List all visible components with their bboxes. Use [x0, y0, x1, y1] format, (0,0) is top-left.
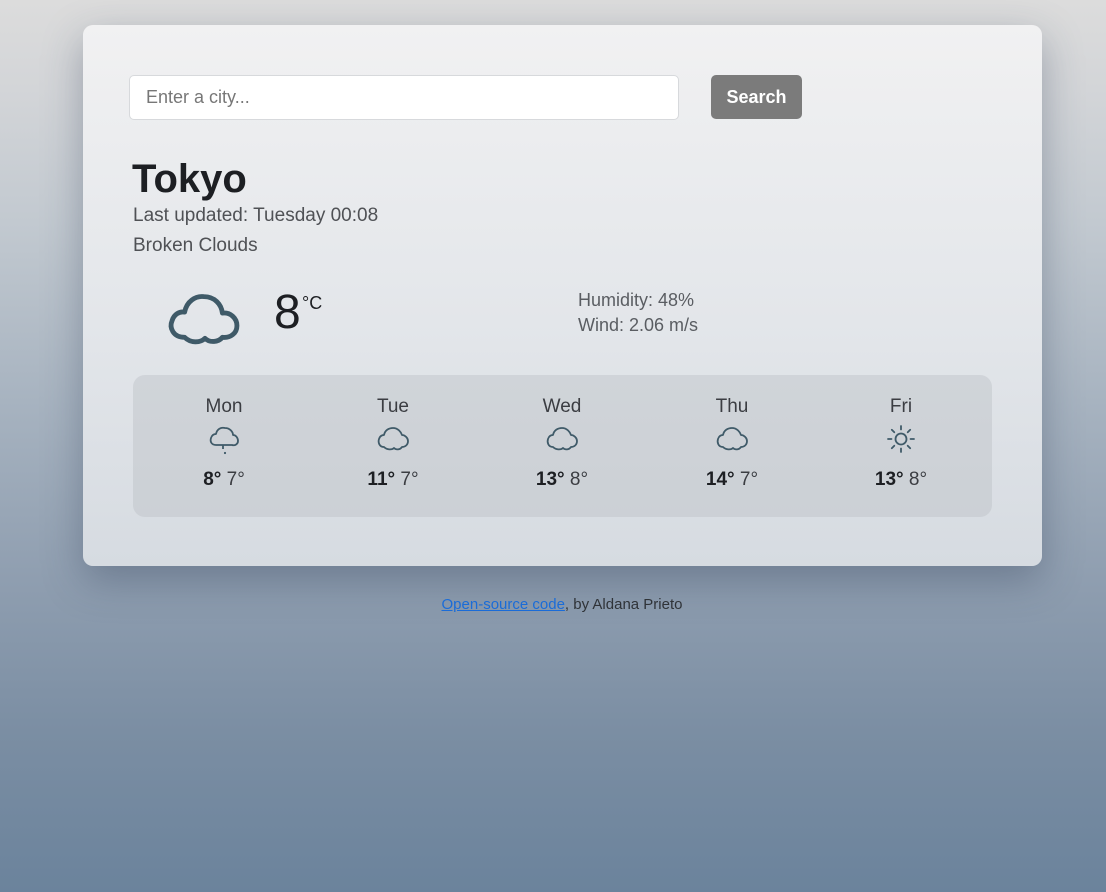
search-button[interactable]: Search	[711, 75, 802, 119]
cloud-drizzle-icon	[209, 426, 239, 455]
forecast-day: Mon 8° 7°	[154, 395, 294, 491]
wind-value: Wind: 2.06 m/s	[578, 315, 699, 335]
cloud-icon	[168, 294, 240, 345]
forecast-panel: Mon 8° 7° Tue 11° 7° Wed 13° 8° Thu 14° …	[133, 375, 992, 517]
forecast-day-name: Thu	[715, 396, 749, 417]
forecast-min: 7°	[226, 469, 245, 490]
forecast-day-name: Fri	[889, 396, 913, 417]
forecast-day-name: Tue	[376, 396, 410, 417]
footer: Open-source code, by Aldana Prieto	[0, 596, 1106, 613]
forecast-day: Fri 13° 8°	[831, 395, 971, 491]
last-updated: Last updated: Tuesday 00:08	[133, 205, 378, 227]
city-name: Tokyo	[132, 157, 247, 201]
forecast-temps: 14° 7°	[662, 469, 802, 491]
weather-card: Search Tokyo Last updated:Tuesday 00:08 …	[83, 25, 1042, 566]
forecast-min: 7°	[739, 469, 759, 490]
temperature-unit: °C	[302, 293, 323, 313]
cloud-icon	[546, 427, 578, 451]
forecast-temps: 13° 8°	[492, 469, 632, 491]
humidity-value: Humidity: 48%	[578, 290, 695, 310]
last-updated-time: Tuesday 00:08	[253, 205, 379, 226]
weather-description: Broken Clouds	[133, 235, 258, 256]
forecast-min: 8°	[908, 469, 928, 490]
footer-credit: , by Aldana Prieto	[564, 596, 683, 613]
forecast-max: 14°	[705, 469, 735, 490]
forecast-max: 13°	[535, 469, 565, 490]
sun-icon	[887, 425, 915, 453]
city-search-input[interactable]	[129, 75, 679, 120]
forecast-temps: 8° 7°	[154, 469, 294, 491]
forecast-min: 7°	[400, 469, 419, 490]
forecast-day: Thu 14° 7°	[662, 395, 802, 491]
forecast-max: 11°	[367, 469, 396, 490]
forecast-day-name: Mon	[205, 396, 243, 417]
cloud-icon	[377, 427, 409, 451]
forecast-max: 13°	[874, 469, 904, 490]
cloud-icon	[716, 427, 748, 451]
weather-details: Humidity: 48% Wind: 2.06 m/s	[578, 288, 698, 338]
current-temperature: 8	[274, 286, 301, 339]
forecast-day: Tue 11° 7°	[323, 395, 463, 491]
forecast-day-name: Wed	[542, 396, 582, 417]
forecast-temps: 13° 8°	[831, 469, 971, 491]
forecast-min: 8°	[569, 469, 589, 490]
forecast-temps: 11° 7°	[323, 469, 463, 491]
forecast-max: 8°	[203, 469, 222, 490]
forecast-day: Wed 13° 8°	[492, 395, 632, 491]
open-source-link[interactable]: Open-source code	[442, 596, 565, 613]
last-updated-label: Last updated:	[133, 205, 249, 226]
